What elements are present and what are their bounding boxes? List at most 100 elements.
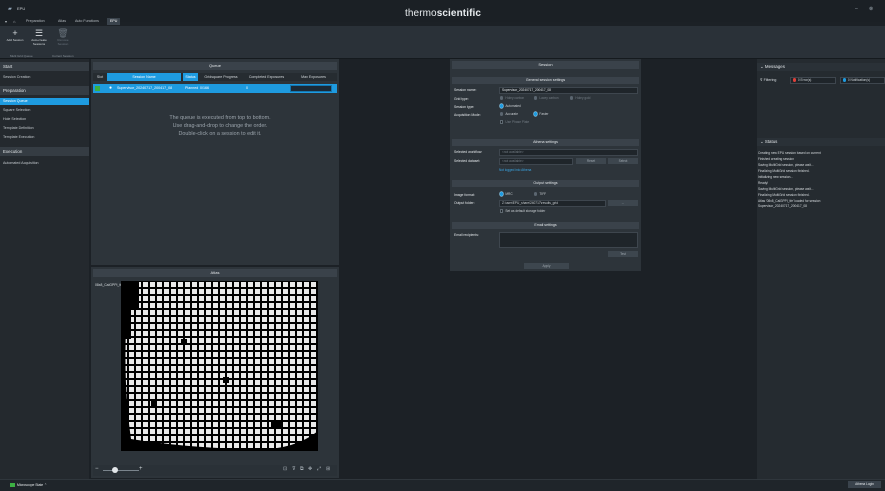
snapshot-icon[interactable]: ⧉ xyxy=(300,466,304,472)
auto-create-sessions-button[interactable]: ☰ Auto-create Sessions xyxy=(30,28,48,54)
status-line: Atlas '08x8_CalGPPI_tfe' loaded for sess… xyxy=(758,199,821,203)
general-settings-title: General session settings xyxy=(452,77,639,84)
col-session-name[interactable]: Session Name xyxy=(107,73,181,81)
chevron-down-icon[interactable]: ▾ xyxy=(5,18,7,25)
fit-view-icon[interactable]: ⊡ xyxy=(283,466,287,472)
nav-item-session-queue[interactable]: Session Queue xyxy=(0,98,89,105)
nav-item-automated-acquisition[interactable]: Automated Acquisition xyxy=(0,160,89,167)
tab-epu[interactable]: EPU xyxy=(107,18,121,25)
col-status[interactable]: Status xyxy=(183,73,198,81)
status-line: Initializing new session... xyxy=(758,175,794,179)
max-exposures-input[interactable] xyxy=(290,85,332,92)
selected-dataset-field[interactable]: <not available> xyxy=(499,158,573,165)
reset-button[interactable]: Reset xyxy=(576,158,606,164)
atlas-grid-image xyxy=(121,281,318,451)
nav-item-template-execution[interactable]: Template Execution xyxy=(0,134,89,141)
col-max-exposures[interactable]: Max Exposures xyxy=(290,73,337,81)
atlas-title: Atlas xyxy=(93,269,337,277)
queue-completed: 0 xyxy=(246,86,248,90)
ribbon-group-label: Multi Grid Queue xyxy=(10,54,33,58)
nav-section-start[interactable]: Start xyxy=(0,62,89,71)
status-line: Saving MultiGrid session, please wait... xyxy=(758,163,814,167)
apply-button[interactable]: Apply xyxy=(524,263,569,269)
nav-item-template-definition[interactable]: Template Definition xyxy=(0,125,89,132)
home-icon[interactable]: ⌂ xyxy=(13,18,15,25)
email-recipients-label: Email recipients: xyxy=(454,233,479,237)
minimize-button[interactable]: – xyxy=(855,6,858,12)
nav-section-preparation[interactable]: Preparation xyxy=(0,86,89,95)
output-folder-label: Output folder: xyxy=(454,201,475,205)
nav-item-session-creation[interactable]: Session Creation xyxy=(0,74,89,81)
filtering-label: ⊽ Filtering xyxy=(760,78,777,82)
col-completed-exposures[interactable]: Completed Exposures xyxy=(243,73,290,81)
session-type-automated-radio[interactable]: Automated xyxy=(500,104,521,108)
grid-lacey-carbon-radio[interactable]: Lacey carbon xyxy=(534,96,559,100)
messages-header[interactable]: ⌄ Messages xyxy=(757,63,885,71)
status-line: Saving MultiGrid session, please wait... xyxy=(758,187,814,191)
queue-title: Queue xyxy=(93,62,337,70)
microscope-state-button[interactable]: Microscope State ⌃ xyxy=(8,482,47,488)
tab-atlas[interactable]: Atlas xyxy=(55,18,69,25)
slot-indicator xyxy=(95,86,100,91)
session-check-icon: ● xyxy=(109,85,113,91)
atlas-image[interactable] xyxy=(121,281,318,451)
athena-login-link[interactable]: Not logged into Athena xyxy=(499,168,531,172)
session-title: Session xyxy=(452,61,639,69)
tab-auto-functions[interactable]: Auto Functions xyxy=(72,18,102,25)
email-recipients-field[interactable] xyxy=(499,232,638,248)
errors-filter[interactable]: 0 Error(s) xyxy=(790,77,836,84)
zoom-slider-handle[interactable] xyxy=(112,467,118,473)
default-storage-checkbox[interactable]: Set as default storage folder xyxy=(500,209,545,213)
output-folder-field[interactable]: Z:\user\EPU_share\240717\results_grid xyxy=(499,200,606,207)
selected-workflow-label: Selected workflow: xyxy=(454,150,483,154)
app-icon: ▰ xyxy=(8,6,12,12)
use-phase-plate-checkbox[interactable]: Use Phase Plate xyxy=(500,120,529,124)
zoom-out-icon[interactable]: − xyxy=(95,466,99,472)
mode-faster-radio[interactable]: Faster xyxy=(534,112,548,116)
col-slot[interactable]: Slot xyxy=(93,73,107,81)
selected-workflow-field[interactable]: <not available> xyxy=(499,149,638,156)
fullscreen-icon[interactable]: ⤢ xyxy=(317,466,321,472)
select-button[interactable]: Select xyxy=(608,158,638,164)
nav-section-execution[interactable]: Execution xyxy=(0,147,89,156)
col-gridsquare-progress[interactable]: Gridsquare Progress xyxy=(199,73,243,81)
zoom-in-icon[interactable]: + xyxy=(139,466,143,472)
status-line: Creating new EPU session based on curren… xyxy=(758,151,821,155)
acquisition-mode-label: Acquisition Mode: xyxy=(454,113,481,117)
session-name-label: Session name: xyxy=(454,88,477,92)
ribbon-toolbar: + Add Session ☰ Auto-create Sessions 🗑 R… xyxy=(0,26,885,59)
zoom-slider-track[interactable] xyxy=(103,470,139,471)
window-title: EPU xyxy=(17,6,26,11)
browse-folder-button[interactable]: ... xyxy=(608,200,638,206)
nav-item-hole-selection[interactable]: Hole Selection xyxy=(0,116,89,123)
athena-settings-title: Athena settings xyxy=(452,139,639,146)
notifications-filter[interactable]: 0 Notification(s) xyxy=(840,77,885,84)
format-mrc-radio[interactable]: MRC xyxy=(500,192,513,196)
right-panel xyxy=(757,59,885,479)
format-tiff-radio[interactable]: TIFF xyxy=(534,192,546,196)
remove-session-button[interactable]: 🗑 Remove Session xyxy=(54,28,72,54)
filter-icon[interactable]: ⊽ xyxy=(292,466,296,472)
status-header[interactable]: ⌄ Status xyxy=(757,138,885,146)
status-bar xyxy=(0,479,885,491)
close-button[interactable]: ⊗ xyxy=(869,6,873,12)
brand-logo: thermoscientific xyxy=(405,8,482,19)
email-settings-title: Email settings xyxy=(452,222,639,229)
status-line: Ready! xyxy=(758,181,769,185)
atlas-name-label: 08x8_CalGPPI_tfe xyxy=(95,283,124,287)
nav-item-square-selection[interactable]: Square Selection xyxy=(0,107,89,114)
workflow-nav: Start Session Creation Preparation Sessi… xyxy=(0,59,89,479)
grid-type-label: Grid type: xyxy=(454,97,469,101)
ribbon-group-label: Current Session xyxy=(52,54,74,58)
add-session-button[interactable]: + Add Session xyxy=(6,28,24,54)
tab-preparation[interactable]: Preparation xyxy=(23,18,48,25)
status-line: Finalizing MultiGrid session finished. xyxy=(758,169,810,173)
test-email-button[interactable]: Test xyxy=(608,251,638,257)
layout-icon[interactable]: ⊞ xyxy=(326,466,330,472)
session-name-field[interactable]: Supervisor_20240717_200417_08 xyxy=(499,87,638,94)
athena-login-button[interactable]: Athena Login xyxy=(848,481,881,488)
navigate-icon[interactable]: ✥ xyxy=(308,466,312,472)
grid-holey-gold-radio[interactable]: Holey gold xyxy=(570,96,590,100)
grid-holey-carbon-radio[interactable]: Holey carbon xyxy=(500,96,524,100)
mode-accurate-radio[interactable]: Accurate xyxy=(500,112,518,116)
